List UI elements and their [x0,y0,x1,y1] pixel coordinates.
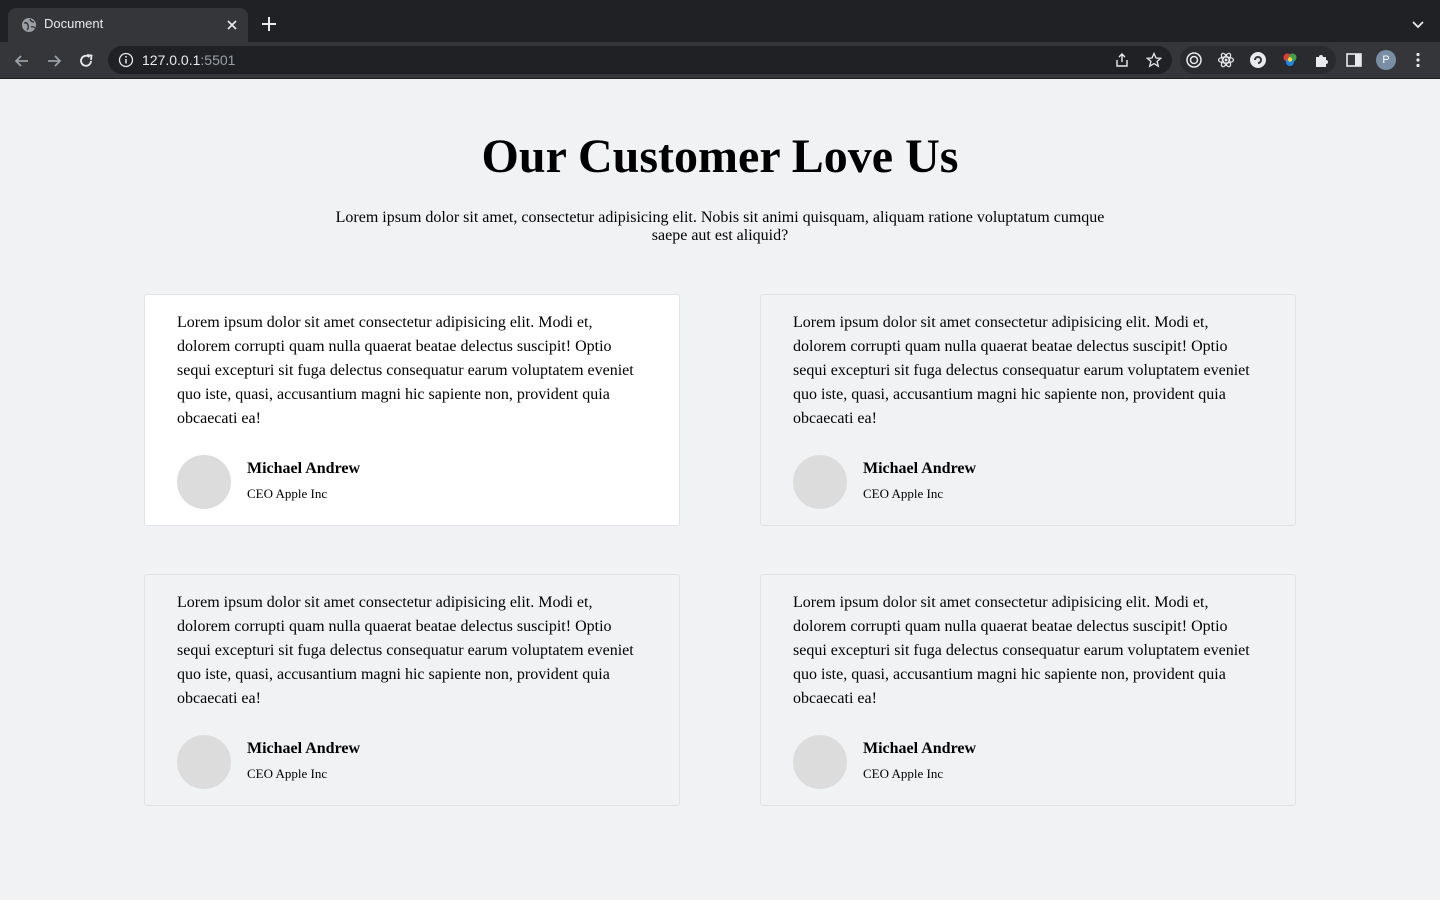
tab-title: Document [44,16,104,31]
page-subtitle: Lorem ipsum dolor sit amet, consectetur … [335,209,1105,244]
testimonial-text: Lorem ipsum dolor sit amet consectetur a… [793,314,1250,427]
react-devtools-icon[interactable] [1217,51,1235,69]
avatar [177,735,231,789]
customer-name: Michael Andrew [863,460,977,477]
url-text: 127.0.0.1:5501 [142,52,235,68]
testimonial-card: Lorem ipsum dolor sit amet consectetur a… [760,294,1296,526]
chevron-down-icon[interactable] [1409,15,1427,33]
info-icon[interactable] [118,52,134,68]
globe-icon [22,18,36,32]
page-title: Our Customer Love Us [481,130,959,183]
customer-name: Michael Andrew [247,740,361,757]
puzzle-extensions-icon[interactable] [1313,51,1331,69]
profile-avatar[interactable]: P [1376,50,1396,70]
testimonial-text: Lorem ipsum dolor sit amet consectetur a… [793,594,1250,707]
customer-name: Michael Andrew [863,740,977,757]
forward-arrow-icon[interactable] [44,51,64,71]
google-lens-extension-icon[interactable] [1249,51,1267,69]
testimonial-text: Lorem ipsum dolor sit amet consectetur a… [177,314,634,427]
address-bar[interactable]: 127.0.0.1:5501 [108,46,1172,74]
extensions-area [1180,46,1336,74]
testimonial-card: Lorem ipsum dolor sit amet consectetur a… [144,294,680,526]
share-icon[interactable] [1114,52,1130,68]
new-tab-plus-icon[interactable] [260,15,278,33]
page-content: Our Customer Love Us Lorem ipsum dolor s… [0,79,1440,900]
side-panel-icon[interactable] [1345,51,1363,69]
customer-role: CEO Apple Inc [863,486,944,501]
avatar [177,455,231,509]
browser-tab[interactable]: Document [8,8,248,42]
customer-name: Michael Andrew [247,460,361,477]
customer-role: CEO Apple Inc [863,766,944,781]
browser-tab-bar: Document [0,0,1440,42]
avatar [793,455,847,509]
url-port: :5501 [200,52,236,68]
url-host: 127.0.0.1 [142,52,201,68]
browser-toolbar: 127.0.0.1:5501 P [0,42,1440,79]
reload-icon[interactable] [76,51,96,71]
testimonial-card: Lorem ipsum dolor sit amet consectetur a… [144,574,680,806]
testimonial-card: Lorem ipsum dolor sit amet consectetur a… [760,574,1296,806]
more-vertical-icon[interactable] [1409,51,1427,69]
close-icon[interactable] [224,17,240,33]
customer-role: CEO Apple Inc [247,486,328,501]
bookmark-star-icon[interactable] [1146,52,1162,68]
avatar [793,735,847,789]
color-picker-extension-icon[interactable] [1281,51,1299,69]
target-extension-icon[interactable] [1185,51,1203,69]
back-arrow-icon[interactable] [12,51,32,71]
customer-role: CEO Apple Inc [247,766,328,781]
testimonial-text: Lorem ipsum dolor sit amet consectetur a… [177,594,634,707]
